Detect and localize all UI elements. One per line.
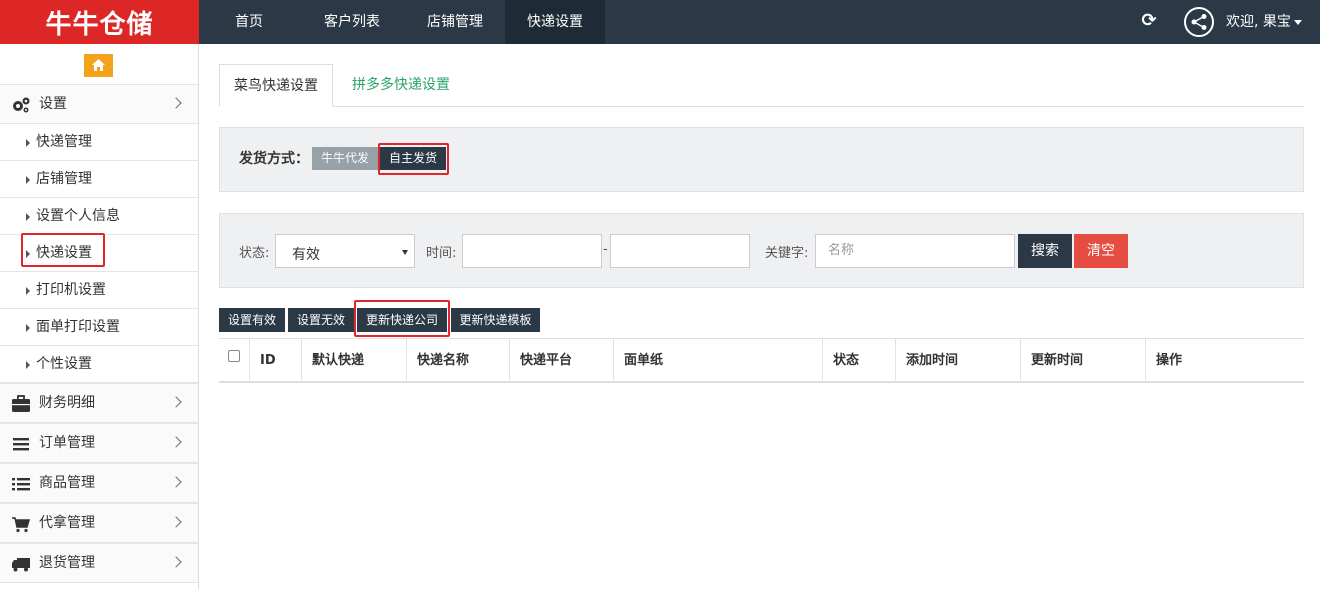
sidebar-item-printer-settings[interactable]: 打印机设置 (0, 272, 198, 309)
sidebar-item-personalization[interactable]: 个性设置 (0, 346, 198, 383)
column-header: 默认快递 (301, 339, 407, 383)
column-header: 状态 (822, 339, 896, 383)
filter-panel: 状态: 有效 时间: - 关键字: 名称 搜索 清空 (219, 213, 1304, 288)
shipping-method-panel: 发货方式： 牛牛代发 自主发货 (219, 127, 1304, 192)
sidebar-item-label: 店铺管理 (36, 171, 92, 187)
nav-home[interactable]: 首页 (199, 0, 299, 44)
start-time-input[interactable] (462, 234, 602, 268)
time-label: 时间: (426, 246, 457, 261)
user-menu[interactable]: 欢迎, 果宝 (1226, 0, 1302, 44)
caret-right-icon (26, 324, 30, 332)
set-invalid-button[interactable]: 设置无效 (288, 308, 354, 332)
select-all-cell (219, 339, 249, 383)
sidebar-item-express-management[interactable]: 快递管理 (0, 124, 198, 161)
sidebar-group-orders[interactable]: 订单管理 (0, 423, 198, 463)
sidebar-group-label: 设置 (39, 96, 67, 112)
sidebar-group-label: 商品管理 (39, 475, 95, 491)
sidebar-item-label: 设置个人信息 (36, 208, 120, 224)
status-select-value: 有效 (292, 247, 320, 263)
tab-pinduoduo-express[interactable]: 拼多多快递设置 (339, 64, 463, 107)
end-time-input[interactable] (610, 234, 750, 268)
sidebar-group-label: 代拿管理 (39, 515, 95, 531)
caret-right-icon (26, 250, 30, 258)
status-select[interactable]: 有效 (275, 234, 415, 268)
sidebar-item-express-settings[interactable]: 快递设置 (0, 235, 198, 272)
clear-button[interactable]: 清空 (1074, 234, 1128, 268)
share-network-icon[interactable] (1184, 7, 1214, 37)
sidebar-item-label: 快递设置 (36, 245, 92, 261)
caret-right-icon (26, 287, 30, 295)
chevron-right-icon (170, 516, 182, 528)
column-header: 更新时间 (1020, 339, 1146, 383)
sidebar-group-settings[interactable]: 设置 (0, 84, 198, 124)
sidebar-group-returns[interactable]: 退货管理 (0, 543, 198, 583)
nav-store-management[interactable]: 店铺管理 (405, 0, 505, 44)
set-valid-button[interactable]: 设置有效 (219, 308, 285, 332)
welcome-text: 欢迎, 果宝 (1226, 14, 1291, 30)
shipping-method-label: 发货方式： (239, 151, 309, 167)
caret-right-icon (26, 361, 30, 369)
keyword-label: 关键字: (765, 246, 809, 261)
nav-express-settings[interactable]: 快递设置 (505, 0, 605, 44)
sidebar-item-label: 快递管理 (36, 134, 92, 150)
chevron-right-icon (170, 396, 182, 408)
update-express-company-button[interactable]: 更新快递公司 (357, 308, 447, 332)
caret-down-icon (402, 250, 408, 255)
status-label: 状态: (239, 246, 270, 261)
logo[interactable]: 牛牛仓储 (0, 0, 199, 44)
bars-icon (13, 438, 29, 451)
cart-icon (12, 517, 30, 533)
sidebar-group-proxy[interactable]: 代拿管理 (0, 503, 198, 543)
caret-down-icon (1293, 19, 1302, 25)
column-header: 快递名称 (406, 339, 510, 383)
sidebar-item-label: 面单打印设置 (36, 319, 120, 335)
top-nav: 首页 客户列表 店铺管理 快递设置 (199, 0, 605, 44)
home-icon (92, 59, 105, 71)
sidebar-item-label: 个性设置 (36, 356, 92, 372)
time-separator: - (603, 242, 608, 257)
top-bar: 牛牛仓储 首页 客户列表 店铺管理 快递设置 ⟳ 欢迎, 果宝 (0, 0, 1320, 44)
home-button[interactable] (84, 54, 113, 77)
sidebar-group-goods[interactable]: 商品管理 (0, 463, 198, 503)
truck-icon (12, 558, 30, 572)
chevron-right-icon (170, 436, 182, 448)
sidebar-group-label: 退货管理 (39, 555, 95, 571)
gears-icon (13, 97, 30, 113)
refresh-icon[interactable]: ⟳ (1139, 11, 1159, 31)
sidebar-item-label: 打印机设置 (36, 282, 106, 298)
search-button[interactable]: 搜索 (1018, 234, 1072, 268)
niuniu-ship-button[interactable]: 牛牛代发 (312, 147, 378, 170)
column-header: 操作 (1145, 339, 1303, 383)
sidebar-group-finance[interactable]: 财务明细 (0, 383, 198, 423)
column-header: ID (249, 339, 301, 383)
sidebar-group-label: 财务明细 (39, 395, 95, 411)
chevron-right-icon (170, 556, 182, 568)
nav-customer-list[interactable]: 客户列表 (299, 0, 405, 44)
express-table: ID 默认快递 快递名称 快递平台 面单纸 状态 添加时间 更新时间 操作 (219, 338, 1304, 383)
chevron-right-icon (170, 97, 182, 109)
column-header: 面单纸 (613, 339, 823, 383)
tab-cainiao-express[interactable]: 菜鸟快递设置 (219, 64, 333, 107)
chevron-right-icon (170, 476, 182, 488)
sidebar-item-personal-info[interactable]: 设置个人信息 (0, 198, 198, 235)
caret-right-icon (26, 213, 30, 221)
sidebar-item-waybill-print-settings[interactable]: 面单打印设置 (0, 309, 198, 346)
select-all-checkbox[interactable] (228, 350, 240, 362)
sidebar: 设置 快递管理 店铺管理 设置个人信息 快递设置 打印机设置 面单打印设置 个性… (0, 44, 199, 589)
update-express-template-button[interactable]: 更新快递模板 (451, 308, 540, 332)
column-header: 添加时间 (895, 339, 1021, 383)
caret-right-icon (26, 139, 30, 147)
column-header: 快递平台 (509, 339, 614, 383)
tab-bar: 菜鸟快递设置 拼多多快递设置 (219, 64, 1304, 107)
sidebar-item-store-management[interactable]: 店铺管理 (0, 161, 198, 198)
self-ship-button[interactable]: 自主发货 (380, 147, 446, 170)
list-icon (12, 478, 30, 491)
keyword-input[interactable]: 名称 (815, 234, 1015, 268)
sidebar-group-label: 订单管理 (39, 435, 95, 451)
caret-right-icon (26, 176, 30, 184)
briefcase-icon (12, 395, 30, 412)
